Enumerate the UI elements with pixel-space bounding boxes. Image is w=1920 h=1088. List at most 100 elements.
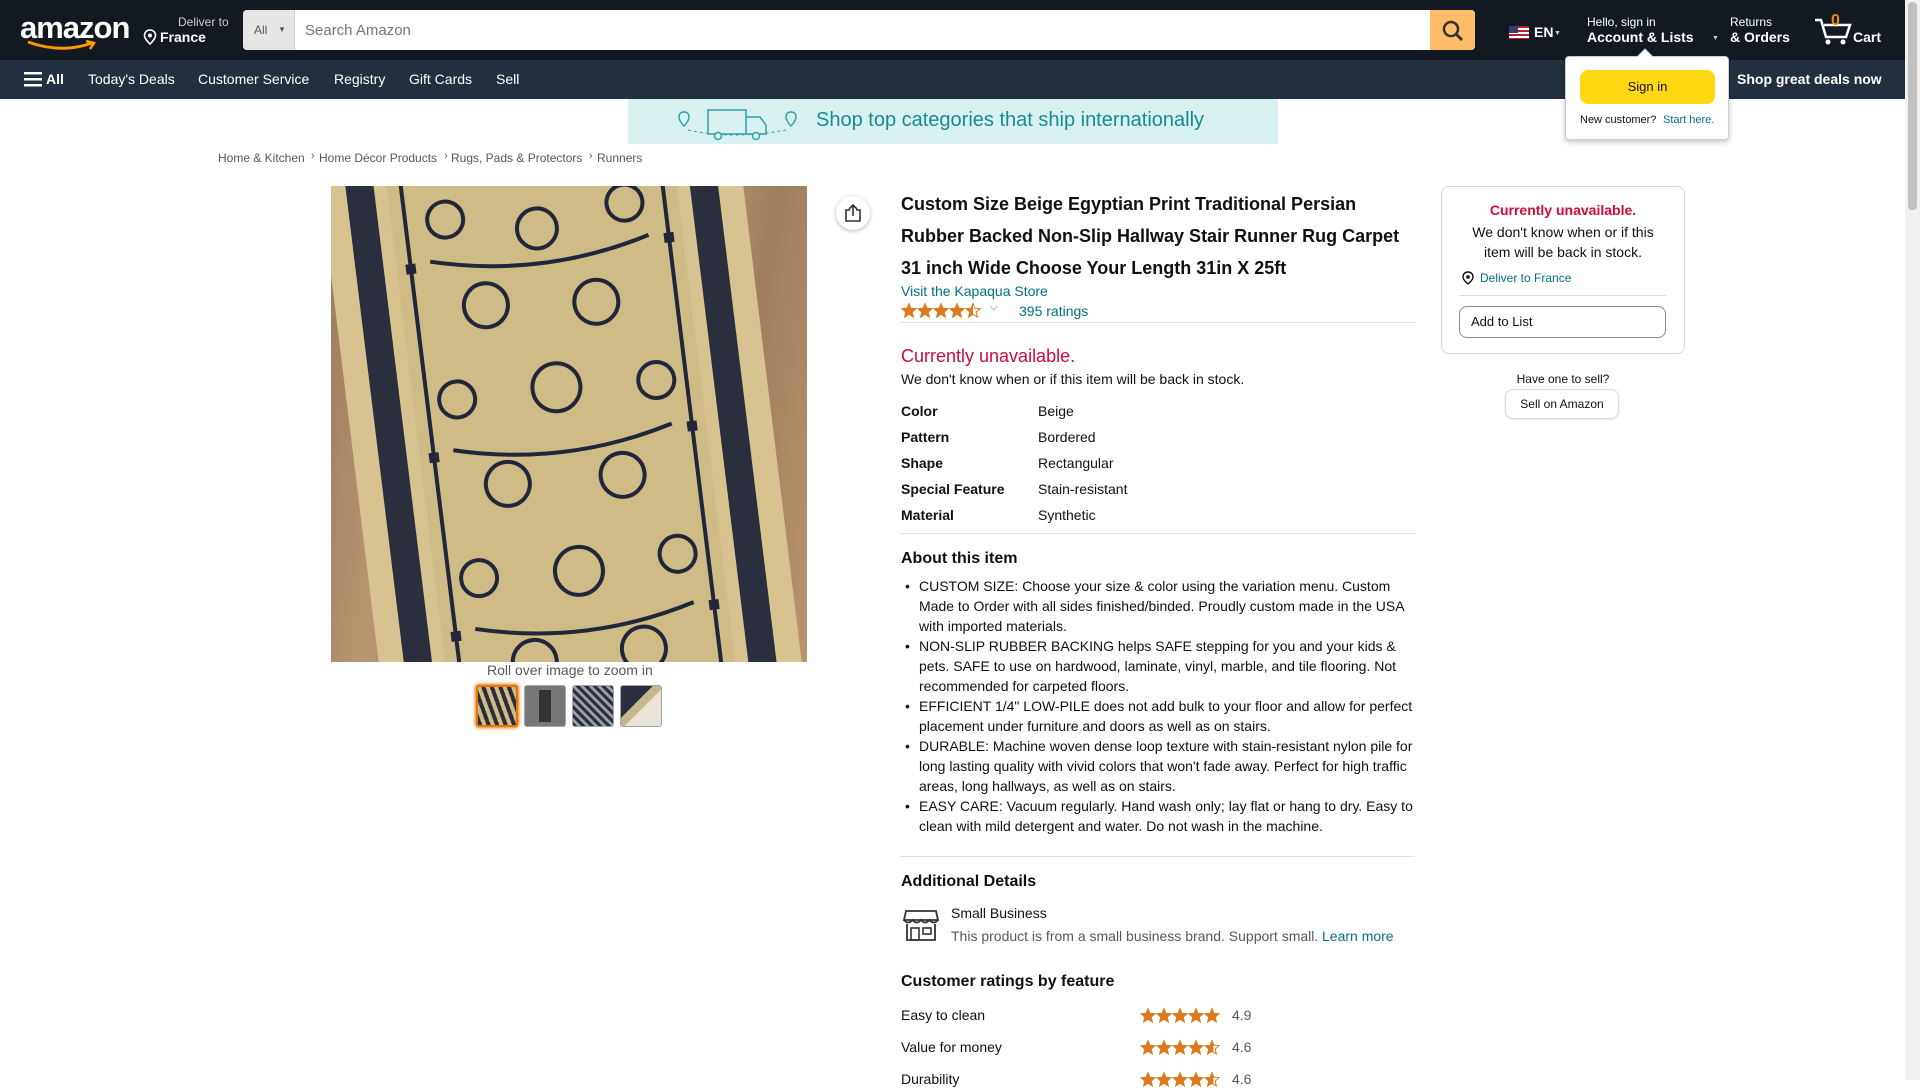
bullet-line: pets. SAFE to use on hardwood, laminate,… [919,658,1397,674]
nav-customer-service[interactable]: Customer Service [198,60,309,99]
additional-details-heading: Additional Details [901,873,1037,890]
star-rating-icon [900,302,982,319]
caret-down-icon: ▼ [1554,30,1561,37]
bullet-item-3: EFFICIENT 1/4" LOW-PILE does not add bul… [919,696,1415,736]
bullet-dot: • [905,638,910,654]
chevron-right-icon: › [589,150,593,162]
star-icon [1203,1072,1221,1088]
all-menu-label: All [46,71,64,87]
bullet-line: NON-SLIP RUBBER BACKING helps SAFE stepp… [919,638,1396,654]
feature-star-rating-icon [1140,1072,1221,1088]
bullet-dot: • [905,578,910,594]
breadcrumb-home-kitchen[interactable]: Home & Kitchen [218,151,305,165]
account-label: Account & Lists [1587,29,1694,45]
thumbnail-4[interactable] [620,685,662,727]
buybox-deliver-link[interactable]: Deliver to France [1480,271,1571,285]
feature-rating-value: 4.6 [1232,1071,1252,1087]
returns-orders-link[interactable]: Returns & Orders [1730,15,1790,45]
sell-on-amazon-button[interactable]: Sell on Amazon [1505,389,1619,419]
spec-value: Beige [1038,403,1074,419]
add-to-list-label: Add to List [1471,314,1533,329]
star-icon [1155,1072,1173,1088]
nav-todays-deals[interactable]: Today's Deals [88,60,175,99]
star-icon [948,302,966,319]
deliver-to-widget[interactable]: Deliver to France [143,15,229,45]
bullet-line: EASY CARE: Vacuum regularly. Hand wash o… [919,798,1413,814]
account-lists-menu[interactable]: Hello, sign in Account & Lists ▼ [1587,15,1719,45]
spec-key: Color [901,403,938,419]
ratings-count-link[interactable]: 395 ratings [1019,303,1088,319]
thumbnail-2[interactable] [524,685,566,727]
scrollbar-thumb[interactable] [1908,2,1917,210]
breadcrumb-rugs-pads[interactable]: Rugs, Pads & Protectors [451,151,582,165]
bullet-line: recommended for carpeted floors. [919,678,1130,694]
nav-sell[interactable]: Sell [496,60,519,99]
search-category-dropdown[interactable]: All ▼ [243,10,295,50]
feature-rating-label: Durability [901,1071,960,1087]
store-link[interactable]: Visit the Kapaqua Store [901,283,1048,299]
bullet-item-1: CUSTOM SIZE: Choose your size & color us… [919,576,1415,636]
small-business-title: Small Business [951,905,1047,921]
start-here-link[interactable]: Start here. [1663,114,1714,126]
ratings-by-feature-heading: Customer ratings by feature [901,973,1115,990]
add-to-list-button[interactable]: Add to List [1459,306,1666,338]
star-icon [1203,1040,1221,1056]
bullet-item-2: NON-SLIP RUBBER BACKING helps SAFE stepp… [919,636,1415,696]
caret-down-icon: ▼ [1712,35,1719,42]
signin-popover: Sign in New customer? Start here. [1565,48,1729,140]
chevron-right-icon: › [311,150,315,162]
international-shipping-banner[interactable]: Shop top categories that ship internatio… [628,99,1278,144]
spec-key: Pattern [901,429,950,445]
bullet-item-4: DURABLE: Machine woven dense loop textur… [919,736,1415,796]
nav-gift-cards[interactable]: Gift Cards [409,60,472,99]
bullet-line: EFFICIENT 1/4" LOW-PILE does not add bul… [919,698,1413,714]
bullet-line: long lasting quality with vivid colors t… [919,758,1407,774]
nav-registry[interactable]: Registry [334,60,385,99]
search-category-label: All [254,23,268,37]
popover-arrow [1636,48,1654,58]
star-icon [1171,1072,1189,1088]
learn-more-link[interactable]: Learn more [1322,928,1394,944]
search-button[interactable] [1430,10,1475,50]
about-heading: About this item [901,550,1018,567]
shop-deals-promo-link[interactable]: Shop great deals now [1737,60,1882,99]
spec-value: Stain-resistant [1038,481,1128,497]
bullet-dot: • [905,798,910,814]
thumbnail-1[interactable] [476,685,518,727]
zoom-hint: Roll over image to zoom in [487,662,653,678]
logo-smile-icon [27,40,97,50]
spec-value: Bordered [1038,429,1096,445]
cart-label: Cart [1853,29,1882,45]
star-icon [1187,1008,1205,1024]
product-title-line-2: Rubber Backed Non-Slip Hallway Stair Run… [901,226,1400,246]
star-icon [1140,1072,1157,1088]
spec-key: Special Feature [901,481,1005,497]
hamburger-menu-icon [24,72,42,87]
divider [901,533,1415,534]
breadcrumb-runners[interactable]: Runners [597,151,642,165]
amazon-logo[interactable]: amazon [20,10,130,50]
star-icon [1155,1040,1173,1056]
cart-button[interactable]: 0 Cart [1814,12,1884,48]
rug-image [331,186,807,662]
thumbnail-3[interactable] [572,685,614,727]
search-bar: All ▼ [243,10,1475,50]
product-main-image[interactable] [331,186,807,662]
signin-button[interactable]: Sign in [1580,70,1715,104]
language-label: EN [1534,24,1554,40]
share-button[interactable] [836,196,870,230]
bullet-dot: • [905,698,910,714]
availability-status: Currently unavailable. [901,346,1076,366]
search-input[interactable] [295,10,1423,50]
bullet-line: Made to Order with all sides finished/bi… [919,598,1405,614]
buybox-status: Currently unavailable. [1489,202,1637,218]
star-icon [932,302,950,319]
star-rating[interactable]: ⌵ [900,302,1001,321]
breadcrumb-home-decor[interactable]: Home Décor Products [319,151,437,165]
bullet-line: DURABLE: Machine woven dense loop textur… [919,738,1413,754]
new-customer-label: New customer? [1580,114,1657,126]
bullet-line: with imported materials. [919,618,1067,634]
bullet-line: CUSTOM SIZE: Choose your size & color us… [919,578,1391,594]
chevron-down-icon: ⌵ [990,302,998,313]
cart-count: 0 [1831,12,1840,29]
